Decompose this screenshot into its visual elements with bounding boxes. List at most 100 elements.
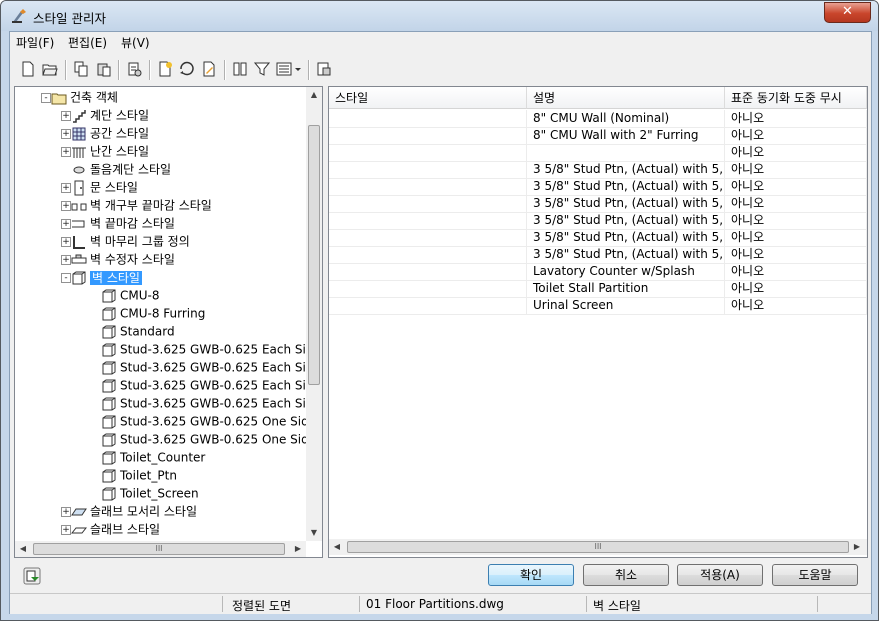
- cell-text: 아니오: [731, 162, 765, 176]
- tree-item[interactable]: Stud-3.625 GWB-0.625 One Side (: [101, 412, 322, 430]
- list-row[interactable]: Stud-3,625 GWB-0,625 One ... 3 5/8" Stud …: [329, 229, 867, 247]
- new-file-icon[interactable]: [20, 61, 36, 77]
- tree-item[interactable]: Toilet_Ptn: [101, 466, 177, 484]
- tree-item[interactable]: 벽 마무리 그룹 정의: [71, 232, 190, 250]
- scroll-right-arrow[interactable]: ▶: [849, 539, 865, 555]
- scroll-left-arrow[interactable]: ◀: [329, 539, 345, 555]
- expand-node-icon[interactable]: +: [61, 525, 71, 535]
- menu-view[interactable]: 뷰(V): [121, 34, 150, 51]
- expand-node-icon[interactable]: +: [61, 255, 71, 265]
- list-row[interactable]: CMU-8 8" CMU Wall (Nominal) 아니오: [329, 110, 867, 128]
- tree-horizontal-thumb[interactable]: III: [33, 543, 285, 555]
- scroll-right-arrow[interactable]: ▶: [290, 541, 306, 557]
- purge-icon[interactable]: [126, 61, 142, 77]
- tree-item[interactable]: 벽 개구부 끝마감 스타일: [71, 196, 212, 214]
- tree-item[interactable]: 슬래브 스타일: [71, 520, 160, 538]
- tree-item[interactable]: Stud-3.625 GWB-0.625 Each Side: [101, 394, 321, 412]
- expand-node-icon[interactable]: +: [61, 201, 71, 211]
- tree-item[interactable]: 슬래브 모서리 스타일: [71, 502, 197, 520]
- tree-horizontal-scrollbar[interactable]: ◀ III ▶: [15, 541, 306, 557]
- help-button[interactable]: 도움말: [772, 564, 858, 586]
- tree-item[interactable]: 공간 스타일: [71, 124, 149, 142]
- tree-item-label: Stud-3.625 GWB-0.625 Each Side: [120, 342, 321, 357]
- tree-item[interactable]: Standard: [101, 322, 175, 340]
- expand-node-icon[interactable]: +: [61, 507, 71, 517]
- list-horizontal-scrollbar[interactable]: ◀ III ▶: [329, 539, 867, 555]
- list-row[interactable]: Stud-3,625 GWB-0,625 Each... 3 5/8" Stud …: [329, 195, 867, 213]
- tree-item[interactable]: 건축 객체: [51, 88, 118, 106]
- expand-node-icon[interactable]: +: [61, 147, 71, 157]
- cell-text: 아니오: [731, 111, 765, 125]
- ok-button[interactable]: 확인: [488, 564, 574, 586]
- tree-item[interactable]: 벽 수정자 스타일: [71, 250, 175, 268]
- tree-item[interactable]: Toilet_Counter: [101, 448, 205, 466]
- wall-style-icon: [102, 361, 116, 374]
- list-row[interactable]: CMU-8 Furring 8" CMU Wall with 2" Furring…: [329, 127, 867, 145]
- tree-item[interactable]: 벽 끝마감 스타일: [71, 214, 175, 232]
- cancel-button[interactable]: 취소: [583, 564, 669, 586]
- column-header-style[interactable]: 스타일: [329, 87, 527, 109]
- tree-item[interactable]: Toilet_Screen: [101, 484, 199, 502]
- apply-button[interactable]: 적용(A): [677, 564, 763, 586]
- expand-node-icon[interactable]: +: [61, 219, 71, 229]
- tree-item[interactable]: Stud-3.625 GWB-0.625 One Side (: [101, 430, 322, 448]
- filter-icon[interactable]: [254, 61, 270, 77]
- style-name-cell: Stud-3,625 GWB-0,625 Each...: [329, 161, 527, 178]
- paste-icon[interactable]: [96, 61, 112, 77]
- list-row[interactable]: Stud-3,625 GWB-0,625 Each... 3 5/8" Stud …: [329, 178, 867, 196]
- list-row[interactable]: Stud-3,625 GWB-0,625 One ... 3 5/8" Stud …: [329, 246, 867, 264]
- style-manager-app-icon: [12, 9, 26, 23]
- collapse-node-icon[interactable]: -: [61, 273, 71, 283]
- title-bar[interactable]: 스타일 관리자 ✕: [1, 1, 878, 31]
- scroll-left-arrow[interactable]: ◀: [15, 541, 31, 557]
- list-row[interactable]: Stud-3,625 GWB-0,625 Each... 3 5/8" Stud …: [329, 212, 867, 230]
- tree-item[interactable]: CMU-8 Furring: [101, 304, 205, 322]
- expand-node-icon[interactable]: +: [61, 183, 71, 193]
- scroll-down-arrow[interactable]: ▼: [306, 525, 322, 541]
- style-tree-panel[interactable]: 건축 객체 - 계단 스타일 + 공간 스타일 + 난간 스타일 + 돌음계단 스타일 문 스타일…: [14, 86, 323, 558]
- sort-icon[interactable]: [232, 61, 248, 77]
- tree-item[interactable]: CMU-8: [101, 286, 159, 304]
- expand-node-icon[interactable]: +: [61, 237, 71, 247]
- column-header-description[interactable]: 설명: [527, 87, 725, 109]
- close-button[interactable]: ✕: [824, 2, 871, 23]
- toolbar: [10, 54, 871, 84]
- list-horizontal-thumb[interactable]: III: [347, 541, 849, 553]
- tree-item[interactable]: 계단 스타일: [71, 106, 149, 124]
- window-title: 스타일 관리자: [33, 11, 106, 26]
- cell-text: 3 5/8" Stud Ptn, (Actual) with 5,...: [533, 247, 725, 261]
- inventory-icon[interactable]: [316, 61, 332, 77]
- tree-item[interactable]: Stud-3.625 GWB-0.625 Each Side: [101, 340, 321, 358]
- list-row[interactable]: Toilet_Ptn Toilet Stall Partition 아니오: [329, 280, 867, 298]
- menu-edit[interactable]: 편집(E): [68, 34, 107, 51]
- tree-item[interactable]: 돌음계단 스타일: [71, 160, 171, 178]
- tree-vertical-scrollbar[interactable]: ▲ ▼: [306, 87, 322, 541]
- menu-file[interactable]: 파일(F): [16, 34, 54, 51]
- wall-style-icon: [333, 229, 526, 246]
- tree-item-label: 난간 스타일: [90, 144, 150, 159]
- tree-item[interactable]: 문 스타일: [71, 178, 138, 196]
- tree-vertical-thumb[interactable]: [308, 125, 320, 385]
- open-folder-icon[interactable]: [42, 61, 58, 77]
- scroll-up-arrow[interactable]: ▲: [306, 87, 322, 103]
- set-from-icon[interactable]: [179, 61, 195, 77]
- list-row[interactable]: Toilet_Counter Lavatory Counter w/Splash 아…: [329, 263, 867, 281]
- tree-item[interactable]: 벽 스타일: [71, 268, 142, 286]
- column-header-ignore-sync[interactable]: 표준 동기화 도중 무시: [725, 87, 867, 109]
- tree-item[interactable]: 난간 스타일: [71, 142, 149, 160]
- collapse-node-icon[interactable]: -: [41, 93, 51, 103]
- style-list-panel[interactable]: 스타일 설명 표준 동기화 도중 무시 CMU-8 8" CMU Wall (No…: [328, 86, 868, 558]
- tree-item[interactable]: Stud-3.625 GWB-0.625 Each Side: [101, 376, 321, 394]
- copy-icon[interactable]: [73, 61, 89, 77]
- new-style-icon[interactable]: [157, 61, 173, 77]
- list-row[interactable]: Standard 아니오: [329, 144, 867, 162]
- view-toggle-icon[interactable]: [276, 61, 302, 77]
- tree-item[interactable]: Stud-3.625 GWB-0.625 Each Side: [101, 358, 321, 376]
- list-row[interactable]: Toilet_Screen Urinal Screen 아니오: [329, 297, 867, 315]
- ignore-sync-cell: 아니오: [725, 280, 867, 297]
- list-row[interactable]: Stud-3,625 GWB-0,625 Each... 3 5/8" Stud …: [329, 161, 867, 179]
- edit-style-icon[interactable]: [201, 61, 217, 77]
- expand-node-icon[interactable]: +: [61, 111, 71, 121]
- inventory-icon[interactable]: [23, 567, 41, 585]
- expand-node-icon[interactable]: +: [61, 129, 71, 139]
